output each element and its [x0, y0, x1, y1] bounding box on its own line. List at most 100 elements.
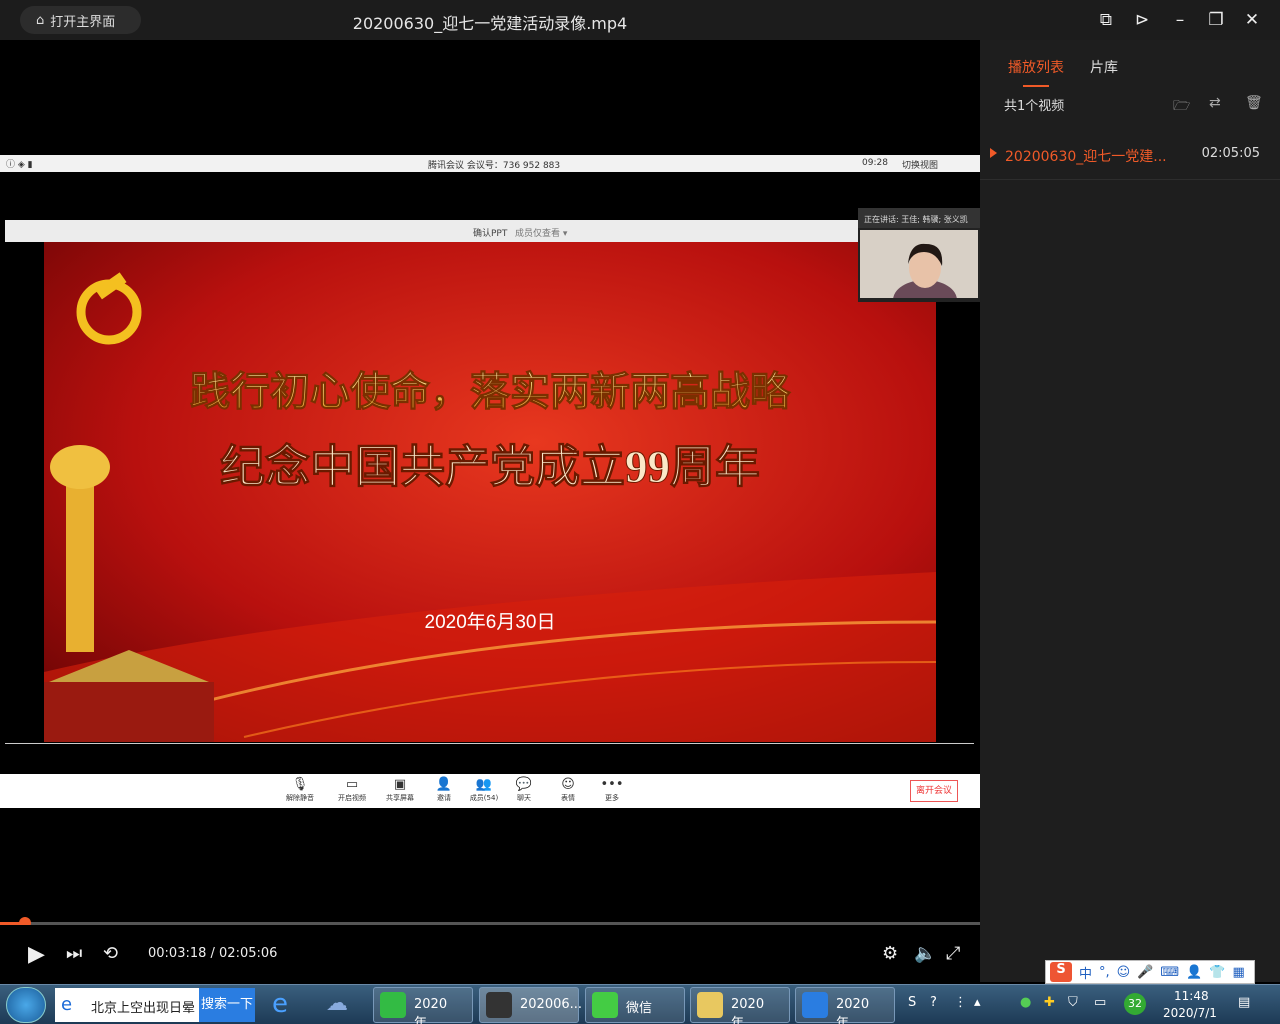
speaker-camera: 王佳 — [860, 230, 978, 298]
notification-icon[interactable]: ▤ — [1238, 995, 1250, 1010]
slide-title: 践行初心使命，落实两新两高战略 — [190, 369, 791, 414]
taskbar: e 北京上空出现日晕 搜索一下 e ☁ 2020年... 202006... 微… — [0, 984, 1280, 1024]
user-icon[interactable]: 👤 — [1186, 965, 1202, 980]
play-icon[interactable]: ▶ — [28, 942, 45, 967]
wechat-icon — [592, 992, 618, 1018]
meeting-timer: 09:28 — [862, 158, 888, 168]
more-button[interactable]: ••• 更多 — [592, 777, 632, 803]
slide-subtitle: 纪念中国共产党成立99周年 — [220, 441, 760, 492]
chat-label: 聊天 — [517, 794, 531, 802]
window-title: 20200630_迎七一党建活动录像.mp4 — [352, 14, 628, 33]
task-label: 2020年... — [836, 997, 870, 1024]
info-icon: ⓘ ◈ ▮ — [6, 160, 33, 170]
camera-icon: ▭ — [345, 777, 359, 792]
tray-icon[interactable]: ⋮ — [954, 995, 967, 1010]
task-1[interactable]: 2020年... — [373, 987, 473, 1024]
task-5[interactable]: 2020年... — [795, 987, 895, 1024]
task-2[interactable]: 202006... — [479, 987, 583, 1023]
playing-indicator-icon — [990, 148, 997, 158]
time-display: 00:03:18 / 02:05:06 — [148, 946, 278, 961]
grid-icon[interactable]: ▦ — [1233, 965, 1245, 980]
help-icon[interactable]: ? — [930, 995, 937, 1010]
emoji-button[interactable]: ☺ 表情 — [548, 777, 588, 803]
clock-time[interactable]: 11:48 — [1174, 989, 1209, 1003]
search-text: 北京上空出现日晕 — [91, 1001, 196, 1016]
open-folder-icon[interactable]: 🗁 — [1173, 95, 1190, 119]
network-icon[interactable]: ● — [1020, 995, 1031, 1010]
chat-icon: 💬 — [515, 777, 533, 792]
more-icon: ••• — [600, 777, 624, 792]
playlist-panel: 播放列表 片库 共1个视频 🗁 ⇄ 🗑 20200630_迎七一党建... 02… — [980, 40, 1280, 982]
fullscreen-icon[interactable]: ⤢ — [946, 943, 960, 964]
video-count: 共1个视频 — [1004, 99, 1065, 114]
sogou-tray-icon[interactable]: S — [908, 995, 916, 1010]
volume-icon[interactable]: 🔈 — [914, 943, 936, 964]
ppt-bar: 确认PPT 成员仅查看 ▾ — [5, 220, 980, 242]
sogou-icon[interactable]: S — [1050, 962, 1072, 982]
start-button[interactable] — [6, 987, 46, 1023]
playlist-item-duration: 02:05:05 — [1201, 146, 1260, 161]
emoji-icon: ☺ — [561, 777, 575, 792]
delete-icon[interactable]: 🗑 — [1245, 95, 1263, 111]
unmute-button[interactable]: 🎙 解除静音 — [280, 777, 320, 803]
invite-label: 邀请 — [437, 794, 451, 802]
playlist-item[interactable]: 20200630_迎七一党建... 02:05:05 — [980, 138, 1280, 180]
task-label: 2020年... — [414, 997, 448, 1024]
meeting-info-bar: ⓘ ◈ ▮ 腾讯会议 会议号：736 952 883 09:28 切换视图 — [0, 155, 980, 172]
keyboard-icon[interactable]: ⌨ — [1160, 965, 1179, 980]
task-4[interactable]: 2020年... — [690, 987, 790, 1024]
start-video-label: 开启视频 — [338, 794, 366, 802]
player-controls: ▶ ⏭ ⟲ 00:03:18 / 02:05:06 ⚙ 🔈 ⤢ — [0, 925, 980, 982]
slide-date: 2020年6月30日 — [425, 611, 556, 633]
ppt-confirm-label: 确认PPT — [473, 229, 508, 239]
shield-icon[interactable]: ⛉ — [1068, 995, 1078, 1010]
mic-icon[interactable]: 🎤 — [1137, 965, 1153, 980]
clock-date[interactable]: 2020/7/1 — [1163, 1006, 1217, 1020]
close-icon[interactable]: ✕ — [1241, 9, 1263, 31]
mic-icon: 🎙 — [291, 777, 309, 792]
search-button[interactable]: 搜索一下 — [199, 988, 255, 1022]
ime-language[interactable]: 中 — [1079, 963, 1092, 982]
invite-button[interactable]: 👤 邀请 — [424, 777, 464, 803]
pin-icon[interactable]: ⊳ — [1131, 9, 1153, 31]
share-screen-button[interactable]: ▣ 共享屏幕 — [380, 777, 420, 803]
loop-icon[interactable]: ⟲ — [103, 943, 118, 964]
punctuation-icon[interactable]: °, — [1099, 965, 1110, 980]
members-label: 成员(54) — [469, 794, 499, 802]
title-bar: ⌂ 打开主界面 20200630_迎七一党建活动录像.mp4 ⧉ ⊳ – ❐ ✕ — [0, 0, 1280, 40]
more-label: 更多 — [605, 794, 619, 802]
tab-playlist[interactable]: 播放列表 — [1008, 57, 1064, 87]
folder-icon — [697, 992, 723, 1018]
monitor-icon[interactable]: ▭ — [1094, 995, 1106, 1010]
tab-library[interactable]: 片库 — [1090, 57, 1118, 77]
leave-meeting-button[interactable]: 离开会议 — [910, 780, 958, 802]
settings-icon[interactable]: ⚙ — [882, 943, 898, 964]
ime-toolbar: S 中 °, ☺ 🎤 ⌨ 👤 👕 ▦ — [1045, 960, 1255, 984]
security-icon[interactable]: ✚ — [1044, 995, 1055, 1010]
sort-icon[interactable]: ⇄ — [1209, 95, 1221, 111]
slide-canvas: 践行初心使命，落实两新两高战略 纪念中国共产党成立99周年 2020年6月30日 — [44, 242, 936, 742]
members-button[interactable]: 👥 成员(54) — [464, 777, 504, 803]
minimize-icon[interactable]: – — [1169, 9, 1191, 31]
screen: ⌂ 打开主界面 20200630_迎七一党建活动录像.mp4 ⧉ ⊳ – ❐ ✕… — [0, 0, 1280, 1024]
ie-browser-icon[interactable]: e — [272, 989, 288, 1019]
speaker-avatar — [860, 230, 978, 298]
playlist-item-name: 20200630_迎七一党建... — [1005, 149, 1167, 165]
invite-icon: 👤 — [435, 777, 453, 792]
skin-icon[interactable]: 👕 — [1209, 965, 1225, 980]
cloud-icon[interactable]: ☁ — [326, 991, 348, 1016]
search-box[interactable]: e 北京上空出现日晕 搜索一下 — [55, 988, 255, 1022]
next-icon[interactable]: ⏭ — [66, 943, 82, 964]
task-label: 202006... — [520, 997, 583, 1012]
task-wechat[interactable]: 微信 — [585, 987, 685, 1023]
smiley-icon[interactable]: ☺ — [1117, 965, 1131, 980]
screen-share-icon: ▣ — [393, 777, 407, 792]
restore-icon[interactable]: ❐ — [1205, 9, 1227, 31]
show-hidden-icon[interactable]: ▴ — [974, 995, 981, 1010]
tray-badge[interactable]: 32 — [1124, 993, 1146, 1015]
chat-button[interactable]: 💬 聊天 — [504, 777, 544, 803]
start-video-button[interactable]: ▭ 开启视频 — [332, 777, 372, 803]
members-icon: 👥 — [475, 777, 493, 792]
video-area[interactable]: ⓘ ◈ ▮ 腾讯会议 会议号：736 952 883 09:28 切换视图 确认… — [0, 40, 980, 922]
mini-mode-icon[interactable]: ⧉ — [1095, 9, 1117, 31]
